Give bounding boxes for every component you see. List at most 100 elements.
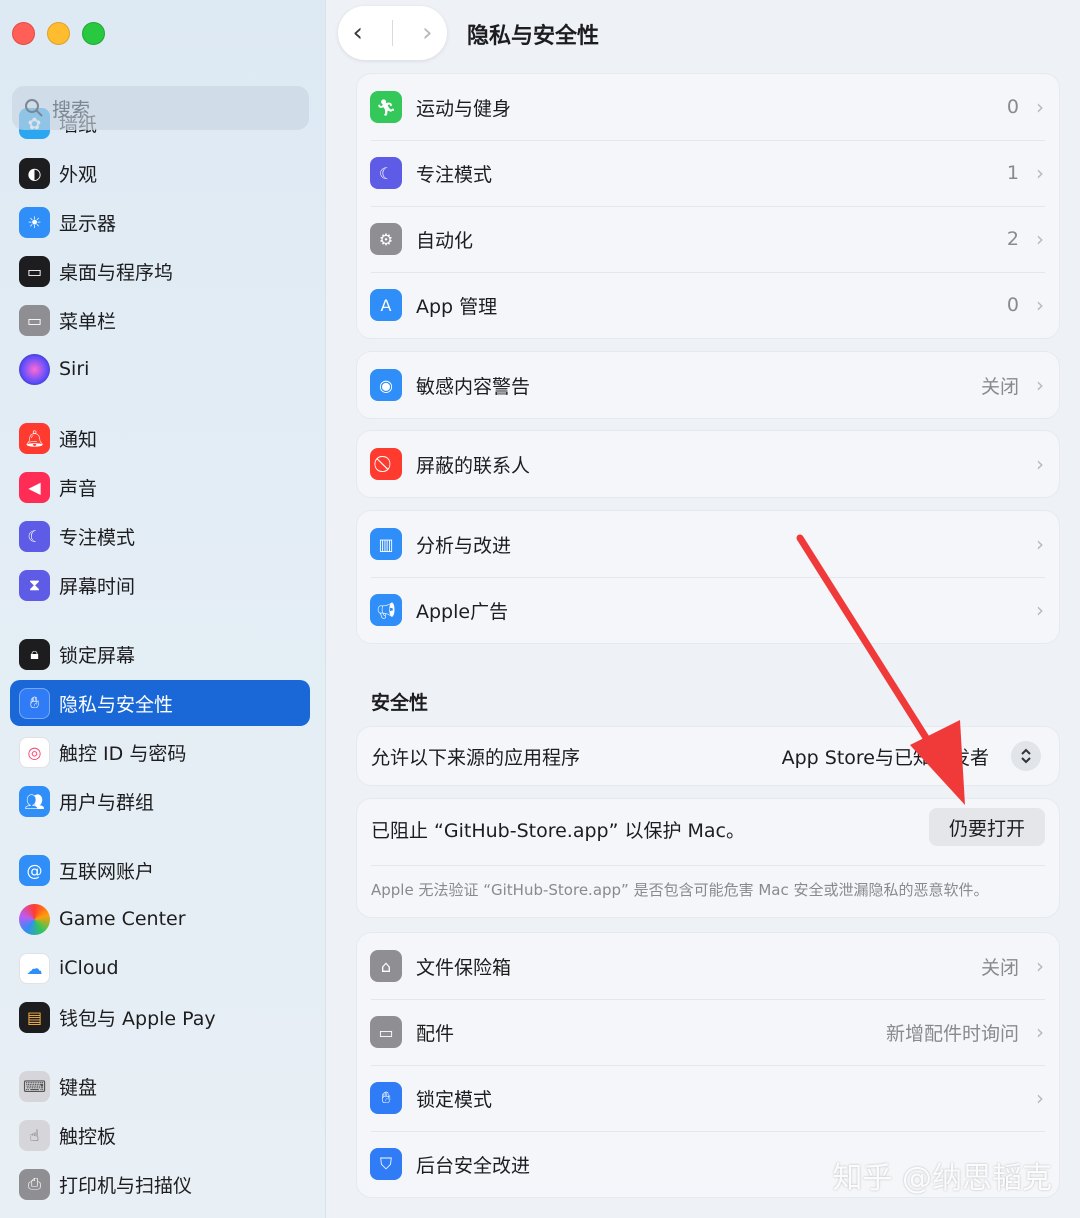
sidebar-item-label: 专注模式 bbox=[59, 526, 136, 549]
sidebar-item-privacy-security[interactable]: ✋︎ 隐私与安全性 bbox=[10, 680, 310, 726]
users-icon: 👥︎ bbox=[19, 785, 50, 817]
watermark: 知乎 @纳思韬克 bbox=[832, 1161, 1052, 1196]
analytics-card: ▥ 分析与改进 › 📢︎ Apple广告 › bbox=[357, 511, 1059, 643]
row-focus[interactable]: ☾ 专注模式 1 › bbox=[357, 140, 1059, 206]
sidebar-item-label: 屏幕时间 bbox=[59, 575, 136, 598]
row-value: 0 bbox=[1006, 294, 1019, 316]
allow-apps-value[interactable]: App Store与已知开发者 bbox=[782, 743, 989, 770]
sidebar-item-trackpad[interactable]: ☝︎ 触控板 bbox=[10, 1112, 310, 1158]
nav-divider bbox=[392, 20, 393, 46]
row-label: Apple广告 bbox=[416, 600, 509, 623]
accessory-icon: ▭ bbox=[370, 1016, 402, 1048]
allow-apps-label: 允许以下来源的应用程序 bbox=[371, 746, 581, 769]
moon-icon: ☾ bbox=[370, 157, 402, 189]
sidebar-item-keyboard[interactable]: ⌨ 键盘 bbox=[10, 1063, 310, 1109]
cloud-icon: ☁ bbox=[19, 952, 50, 984]
sidebar-item-label: 通知 bbox=[59, 428, 98, 451]
chevron-right-icon: › bbox=[1036, 1086, 1044, 1110]
siri-icon bbox=[19, 353, 50, 385]
blocked-app-card: 已阻止 “GitHub-Store.app” 以保护 Mac。 仍要打开 App… bbox=[357, 799, 1059, 917]
keyboard-icon: ⌨ bbox=[19, 1070, 50, 1102]
sidebar-item-icloud[interactable]: ☁ iCloud bbox=[10, 945, 310, 991]
sidebar-item-display[interactable]: ☀ 显示器 bbox=[10, 199, 310, 245]
eye-icon: ◉ bbox=[370, 369, 402, 401]
sidebar-item-label: 菜单栏 bbox=[59, 310, 117, 333]
printer-icon: ⎙ bbox=[19, 1168, 50, 1200]
fitness-icon: 🏃︎ bbox=[370, 91, 402, 123]
sidebar-item-internet-accounts[interactable]: @ 互联网账户 bbox=[10, 847, 310, 893]
row-label: 运动与健身 bbox=[416, 97, 512, 120]
row-app-management[interactable]: A App 管理 0 › bbox=[357, 272, 1059, 338]
sidebar-item-label: 钱包与 Apple Pay bbox=[59, 1007, 216, 1030]
chevron-right-icon: › bbox=[1036, 452, 1044, 476]
row-accessories[interactable]: ▭ 配件 新增配件时询问 › bbox=[357, 999, 1059, 1065]
page-title: 隐私与安全性 bbox=[467, 24, 600, 49]
row-analytics[interactable]: ▥ 分析与改进 › bbox=[357, 511, 1059, 577]
sidebar-item-appearance[interactable]: ◐ 外观 bbox=[10, 150, 310, 196]
privacy-group-card: 🏃︎ 运动与健身 0 › ☾ 专注模式 1 › ⚙ 自动化 2 › A App … bbox=[357, 74, 1059, 338]
row-filevault[interactable]: ⌂ 文件保险箱 关闭 › bbox=[357, 933, 1059, 999]
sidebar-item-touch-id[interactable]: ◎ 触控 ID 与密码 bbox=[10, 729, 310, 775]
back-button[interactable]: ‹ bbox=[353, 18, 363, 48]
sidebar-item-users[interactable]: 👥︎ 用户与群组 bbox=[10, 778, 310, 824]
sidebar-item-wallet[interactable]: ▤ 钱包与 Apple Pay bbox=[10, 994, 310, 1040]
sidebar-item-sound[interactable]: ◀︎ 声音 bbox=[10, 464, 310, 510]
bell-icon: 🔔︎ bbox=[19, 422, 50, 454]
allow-apps-card: 允许以下来源的应用程序 App Store与已知开发者 bbox=[357, 727, 1059, 785]
sidebar-item-lock-screen[interactable]: 🔒︎ 锁定屏幕 bbox=[10, 631, 310, 677]
chevron-right-icon: › bbox=[1036, 227, 1044, 251]
search-input[interactable]: 搜索 bbox=[12, 86, 309, 130]
blocked-contacts-card: ⃠ 屏蔽的联系人 › bbox=[357, 431, 1059, 497]
sidebar-item-menubar[interactable]: ▭ 菜单栏 bbox=[10, 297, 310, 343]
row-automation[interactable]: ⚙ 自动化 2 › bbox=[357, 206, 1059, 272]
row-value: 2 bbox=[1006, 228, 1019, 250]
display-icon: ☀ bbox=[19, 206, 50, 238]
open-anyway-button[interactable]: 仍要打开 bbox=[929, 808, 1045, 846]
popup-stepper-icon[interactable] bbox=[1011, 741, 1041, 771]
sidebar-item-game-center[interactable]: Game Center bbox=[10, 896, 310, 942]
close-window-button[interactable] bbox=[12, 22, 35, 45]
chevron-right-icon: › bbox=[1036, 373, 1044, 397]
row-sensitive-content[interactable]: ◉ 敏感内容警告 关闭 › bbox=[357, 352, 1059, 418]
row-apple-ads[interactable]: 📢︎ Apple广告 › bbox=[357, 577, 1059, 643]
row-lockdown-mode[interactable]: ✋︎ 锁定模式 › bbox=[357, 1065, 1059, 1131]
sidebar-item-label: 用户与群组 bbox=[59, 791, 155, 814]
gears-icon: ⚙ bbox=[370, 223, 402, 255]
row-fitness[interactable]: 🏃︎ 运动与健身 0 › bbox=[357, 74, 1059, 140]
chevron-right-icon: › bbox=[1036, 95, 1044, 119]
sidebar-item-label: 打印机与扫描仪 bbox=[59, 1174, 193, 1197]
sidebar-item-siri[interactable]: Siri bbox=[10, 346, 310, 392]
sidebar-item-focus[interactable]: ☾ 专注模式 bbox=[10, 513, 310, 559]
row-label: 后台安全改进 bbox=[416, 1154, 531, 1177]
sidebar-item-dock[interactable]: ▭ 桌面与程序坞 bbox=[10, 248, 310, 294]
minimize-window-button[interactable] bbox=[47, 22, 70, 45]
sensitive-card: ◉ 敏感内容警告 关闭 › bbox=[357, 352, 1059, 418]
sidebar-item-notifications[interactable]: 🔔︎ 通知 bbox=[10, 415, 310, 461]
blocked-app-message: 已阻止 “GitHub-Store.app” 以保护 Mac。 bbox=[371, 820, 746, 842]
zoom-window-button[interactable] bbox=[82, 22, 105, 45]
game-center-icon bbox=[19, 903, 50, 935]
row-label: 配件 bbox=[416, 1022, 455, 1045]
lock-icon: 🔒︎ bbox=[19, 638, 50, 670]
sidebar-item-label: 触控 ID 与密码 bbox=[59, 742, 187, 765]
sidebar-item-screen-time[interactable]: ⧗ 屏幕时间 bbox=[10, 562, 310, 608]
sidebar-item-label: 触控板 bbox=[59, 1125, 117, 1148]
trackpad-icon: ☝︎ bbox=[19, 1119, 50, 1151]
at-icon: @ bbox=[19, 854, 50, 886]
filevault-icon: ⌂ bbox=[370, 950, 402, 982]
sidebar-item-printers[interactable]: ⎙ 打印机与扫描仪 bbox=[10, 1161, 310, 1207]
forward-button[interactable]: › bbox=[422, 18, 432, 48]
row-value: 1 bbox=[1006, 162, 1019, 184]
row-label: 文件保险箱 bbox=[416, 956, 512, 979]
row-value: 关闭 bbox=[980, 375, 1019, 398]
sidebar-item-label: Siri bbox=[59, 358, 90, 380]
menubar-icon: ▭ bbox=[19, 304, 50, 336]
row-blocked-contacts[interactable]: ⃠ 屏蔽的联系人 › bbox=[357, 431, 1059, 497]
appearance-icon: ◐ bbox=[19, 157, 50, 189]
sidebar-item-label: 显示器 bbox=[59, 212, 117, 235]
chevron-right-icon: › bbox=[1036, 161, 1044, 185]
sidebar-item-label: 键盘 bbox=[59, 1076, 98, 1099]
fingerprint-icon: ◎ bbox=[19, 736, 50, 768]
blocked-app-note: Apple 无法验证 “GitHub-Store.app” 是否包含可能危害 M… bbox=[371, 881, 989, 899]
hand-icon: ✋︎ bbox=[370, 1082, 402, 1114]
